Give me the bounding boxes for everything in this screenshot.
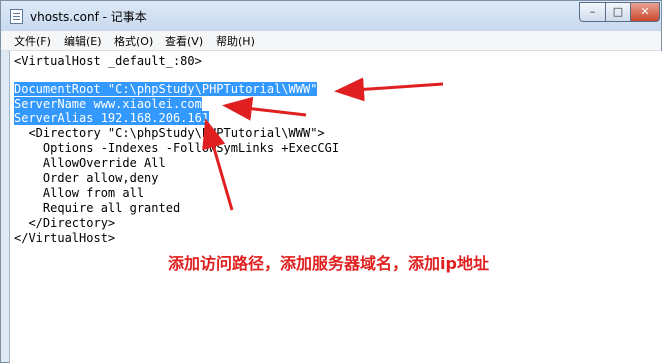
- selected-code-line: ServerAlias 192.168.206.161: [14, 111, 210, 125]
- minimize-button[interactable]: –: [579, 2, 606, 22]
- menu-edit[interactable]: 编辑(E): [64, 33, 102, 49]
- window-title: vhosts.conf - 记事本: [30, 10, 147, 24]
- code-line: AllowOverride All: [14, 156, 166, 170]
- notepad-icon: [10, 9, 23, 24]
- selected-code-line: DocumentRoot "C:\phpStudy\PHPTutorial\WW…: [14, 82, 318, 96]
- menu-format[interactable]: 格式(O): [114, 33, 153, 49]
- maximize-button[interactable]: □: [605, 2, 631, 22]
- menu-file[interactable]: 文件(F): [14, 33, 51, 49]
- title-bar[interactable]: vhosts.conf - 记事本 – □ ✕: [1, 1, 661, 31]
- code-line: Require all granted: [14, 201, 181, 215]
- text-editor[interactable]: <VirtualHost _default_:80> DocumentRoot …: [9, 51, 662, 363]
- menu-view[interactable]: 查看(V): [165, 33, 203, 49]
- code-line: </VirtualHost>: [14, 231, 116, 245]
- annotation-text: 添加访问路径，添加服务器域名，添加ip地址: [168, 254, 489, 273]
- notepad-window: vhosts.conf - 记事本 – □ ✕ 文件(F) 编辑(E) 格式(O…: [0, 0, 662, 363]
- code-line: <VirtualHost _default_:80>: [14, 54, 202, 68]
- code-line: <Directory "C:\phpStudy\PHPTutorial\WWW"…: [14, 126, 325, 140]
- menu-bar: 文件(F) 编辑(E) 格式(O) 查看(V) 帮助(H): [1, 31, 661, 51]
- code-line: </Directory>: [14, 216, 116, 230]
- code-line: Order allow,deny: [14, 171, 159, 185]
- menu-help[interactable]: 帮助(H): [216, 33, 255, 49]
- selected-code-line: ServerName www.xiaolei.com: [14, 97, 202, 111]
- close-button[interactable]: ✕: [630, 2, 660, 22]
- code-line: Options -Indexes -FollowSymLinks +ExecCG…: [14, 141, 340, 155]
- code-line: Allow from all: [14, 186, 145, 200]
